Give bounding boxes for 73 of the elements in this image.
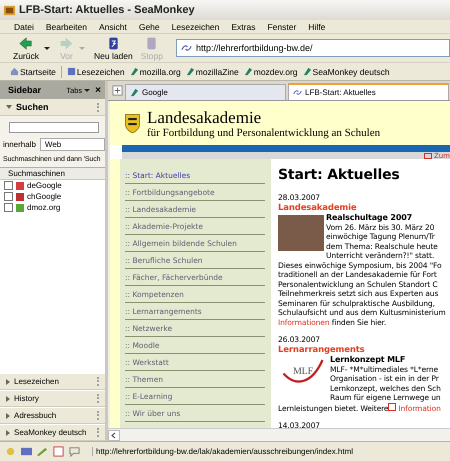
checkbox[interactable]	[4, 192, 13, 201]
browser-tab[interactable]: LFB-Start: Aktuelles	[288, 83, 449, 100]
photo-placeholder	[278, 214, 324, 250]
checkbox[interactable]	[4, 181, 13, 190]
menu-item[interactable]: Extras	[231, 22, 256, 32]
menu-item[interactable]: Fenster	[267, 22, 296, 32]
menu-item[interactable]: Hilfe	[308, 22, 326, 32]
dropdown-arrow-icon[interactable]	[44, 46, 50, 50]
checkbox[interactable]	[4, 203, 13, 212]
panel-header[interactable]: Adressbuch	[0, 407, 105, 424]
scope-select[interactable]: Web	[40, 138, 105, 151]
twisty-icon	[6, 430, 10, 436]
site-title: Landesakademie	[147, 108, 262, 126]
bookmark-icon	[130, 88, 139, 97]
document-icon	[388, 402, 396, 410]
menu-item[interactable]: Bearbeiten	[46, 22, 87, 32]
bookmark-icon	[244, 67, 253, 76]
twisty-icon	[6, 105, 12, 109]
news-category[interactable]: Lernarrangements	[278, 344, 450, 354]
bookmark-item[interactable]: mozillaZine	[186, 66, 239, 76]
panel-header[interactable]: History	[0, 390, 105, 407]
window-title: LFB-Start: Aktuelles - SeaMonkey	[19, 4, 195, 16]
news-category[interactable]: Landesakademie	[278, 202, 450, 212]
forward-arrow-icon	[58, 36, 74, 50]
horizontal-scrollbar[interactable]	[108, 428, 450, 441]
news-title: Realschultage 2007	[326, 212, 414, 222]
close-button[interactable]: ×	[95, 84, 101, 96]
twisty-icon	[6, 378, 10, 384]
bookmark-item[interactable]: SeaMonkey deutsch	[302, 66, 390, 76]
engine-label[interactable]: deGoogle	[27, 181, 62, 190]
panel-header[interactable]: Lesezeichen	[0, 373, 105, 390]
pen-icon[interactable]	[36, 446, 49, 457]
list-header: Suchmaschinen	[0, 168, 105, 180]
engine-label[interactable]: chGoogle	[27, 192, 62, 201]
bookmark-icon	[186, 67, 195, 76]
link-icon	[293, 88, 302, 97]
app-icon	[3, 4, 16, 16]
back-arrow-icon	[18, 36, 34, 50]
scope-label: innerhalb	[3, 140, 36, 149]
menu-item[interactable]: Ansicht	[98, 22, 127, 32]
news-title: Lernkonzept MLF	[330, 354, 406, 364]
link-icon	[180, 44, 192, 52]
bookmark-item[interactable]: Lesezeichen	[66, 66, 125, 76]
bookmark-item[interactable]: mozdev.org	[244, 66, 298, 76]
new-tab-icon[interactable]	[112, 85, 123, 96]
menu-item[interactable]: Datei	[14, 22, 34, 32]
twisty-icon	[6, 412, 10, 418]
twisty-icon	[6, 396, 10, 402]
mail-icon[interactable]	[20, 446, 33, 457]
menu-item[interactable]: Gehe	[138, 22, 160, 32]
bookmark-item[interactable]: mozilla.org	[130, 66, 181, 76]
toolbar-button[interactable]: Zurück	[10, 36, 42, 60]
scroll-left-icon[interactable]	[108, 430, 120, 440]
address-book-icon[interactable]	[52, 446, 65, 457]
bookmark-item[interactable]: Startseite	[10, 66, 56, 76]
coat-of-arms-icon	[124, 111, 141, 135]
panel-header[interactable]: SeaMonkey deutsch	[0, 424, 105, 441]
engine-label[interactable]: dmoz.org	[27, 203, 60, 212]
address-field[interactable]: http://lehrerfortbildung-bw.de/	[176, 39, 450, 57]
status-text: http://lehrerfortbildung-bw.de/lak/akademien/ausschreibungen/index.html	[92, 447, 354, 456]
browser-tab[interactable]: Google	[125, 84, 286, 100]
toolbar-button[interactable]: Neu laden	[90, 36, 136, 60]
site-subtitle: für Fortbildung und Personalentwicklung an Schulen	[147, 126, 380, 138]
bookmark-icon	[130, 67, 139, 76]
home-icon	[10, 67, 19, 76]
bookmarks-icon	[66, 67, 76, 76]
page-heading: Start: Aktuelles	[278, 167, 401, 183]
sidebar-title: Sidebar	[8, 85, 42, 95]
bookmark-icon	[302, 67, 312, 76]
menu-item[interactable]: Lesezeichen	[172, 22, 220, 32]
chat-icon[interactable]	[68, 446, 81, 457]
search-field[interactable]	[9, 122, 99, 133]
grip-icon	[97, 102, 101, 112]
